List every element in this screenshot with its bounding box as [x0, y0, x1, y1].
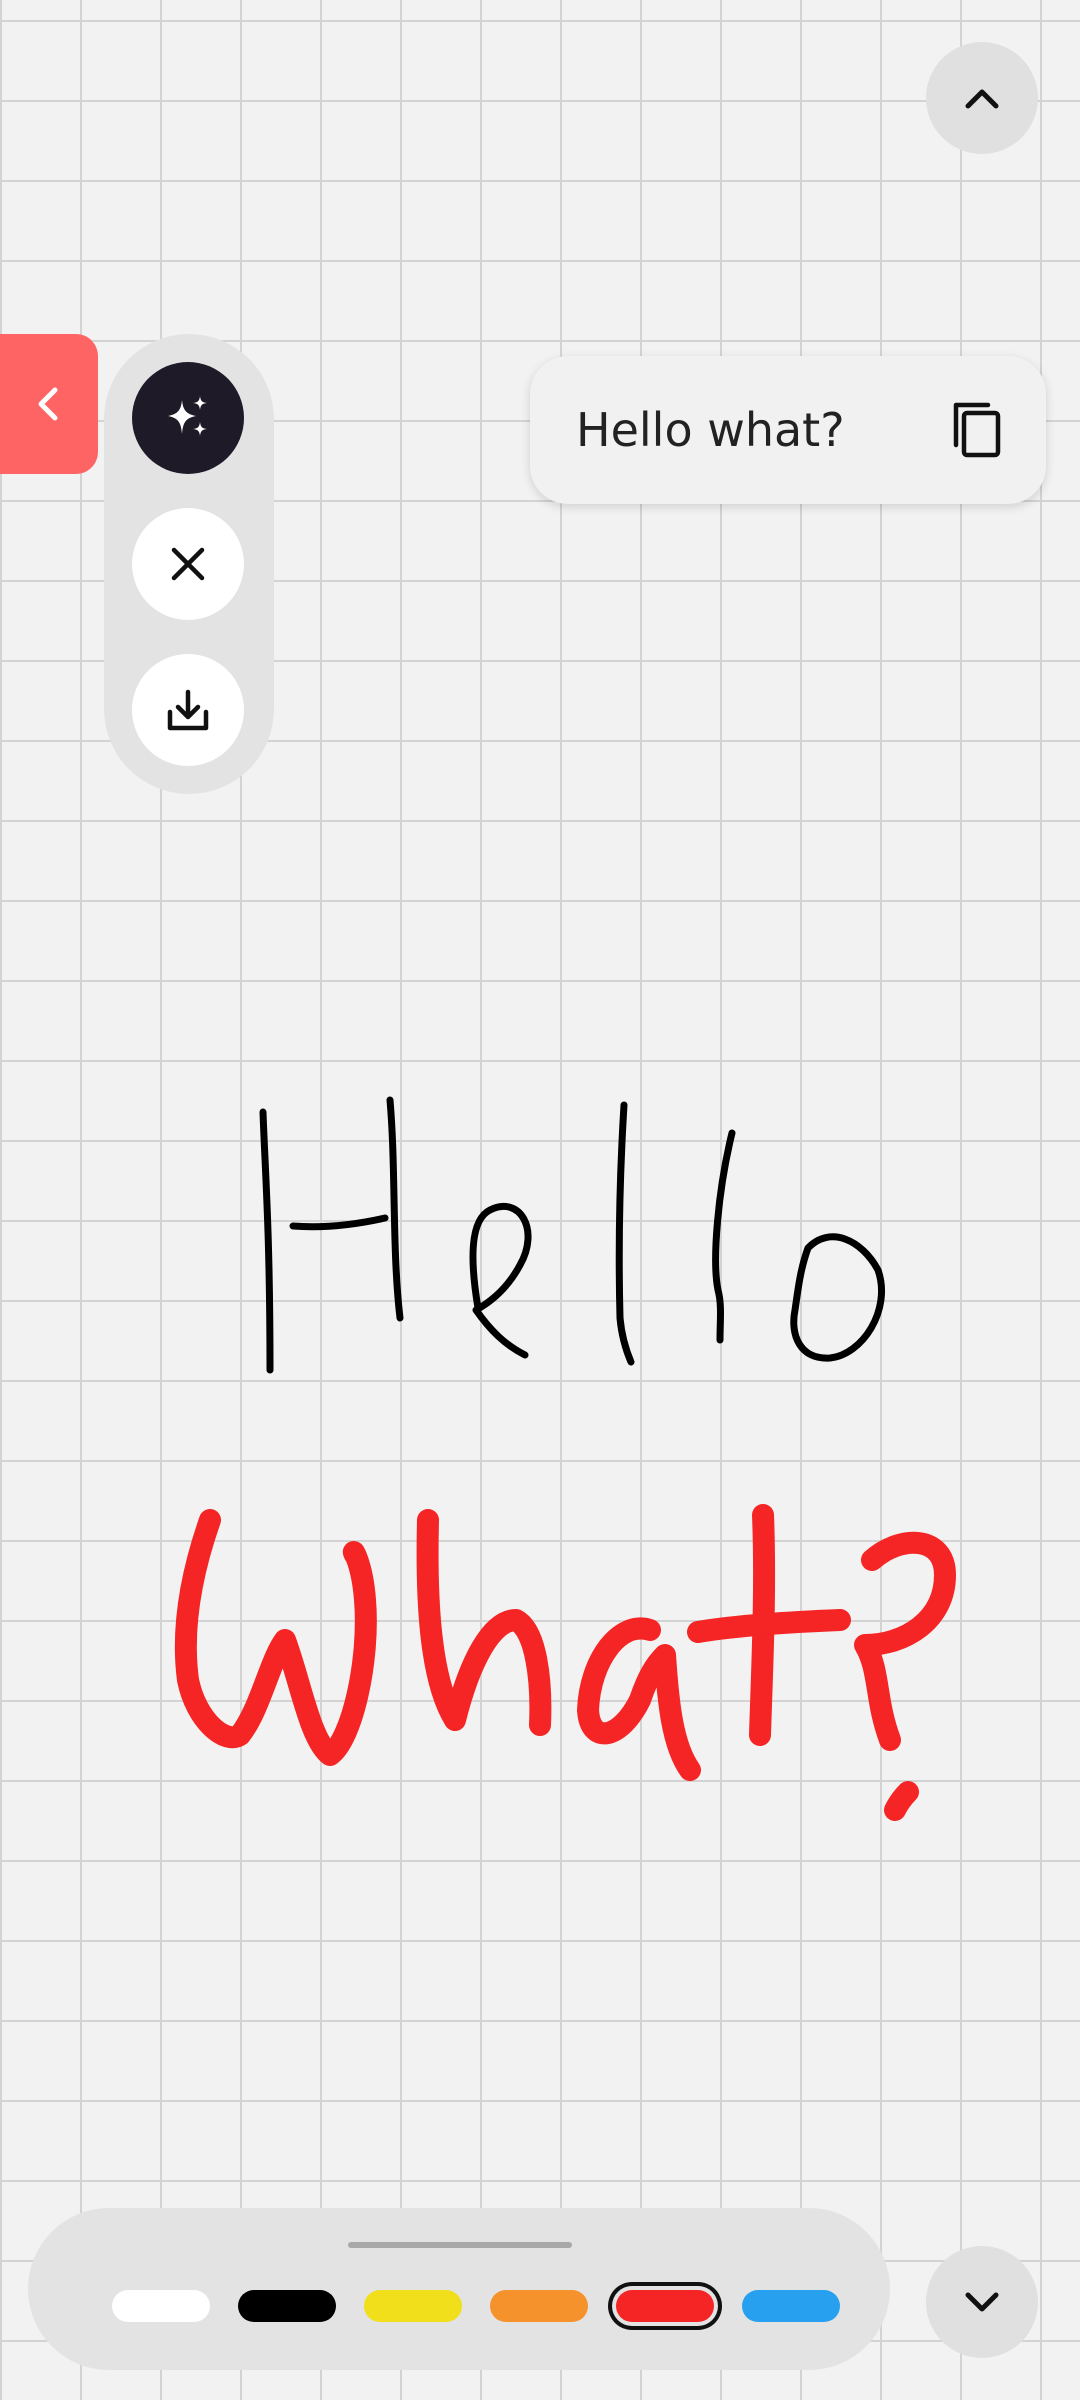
recognized-text: Hello what?: [576, 403, 845, 457]
color-swatch-red[interactable]: [616, 2290, 714, 2322]
sparkles-icon: [168, 396, 207, 436]
scroll-up-button[interactable]: [926, 42, 1038, 154]
chevron-left-icon: [38, 387, 58, 421]
color-palette: [28, 2208, 890, 2370]
clear-button[interactable]: [132, 508, 244, 620]
drag-handle[interactable]: [348, 2242, 572, 2248]
copy-icon: [953, 402, 1001, 458]
recognition-result-card: Hello what?: [530, 356, 1046, 504]
color-swatch-black[interactable]: [238, 2290, 336, 2322]
download-button[interactable]: [132, 654, 244, 766]
scroll-down-button[interactable]: [926, 2246, 1038, 2358]
handwriting-what: [174, 1504, 956, 1821]
tool-panel: [104, 334, 274, 794]
color-swatch-blue[interactable]: [742, 2290, 840, 2322]
handwriting-hello: [259, 1096, 886, 1374]
collapse-toolbar-button[interactable]: [0, 334, 98, 474]
color-swatch-white[interactable]: [112, 2290, 210, 2322]
copy-button[interactable]: [944, 396, 1012, 464]
ai-recognize-button[interactable]: [132, 362, 244, 474]
color-swatch-yellow[interactable]: [364, 2290, 462, 2322]
chevron-down-icon: [965, 2292, 999, 2312]
chevron-up-icon: [965, 89, 999, 109]
close-icon: [171, 547, 205, 581]
color-swatch-orange[interactable]: [490, 2290, 588, 2322]
download-icon: [167, 689, 209, 731]
